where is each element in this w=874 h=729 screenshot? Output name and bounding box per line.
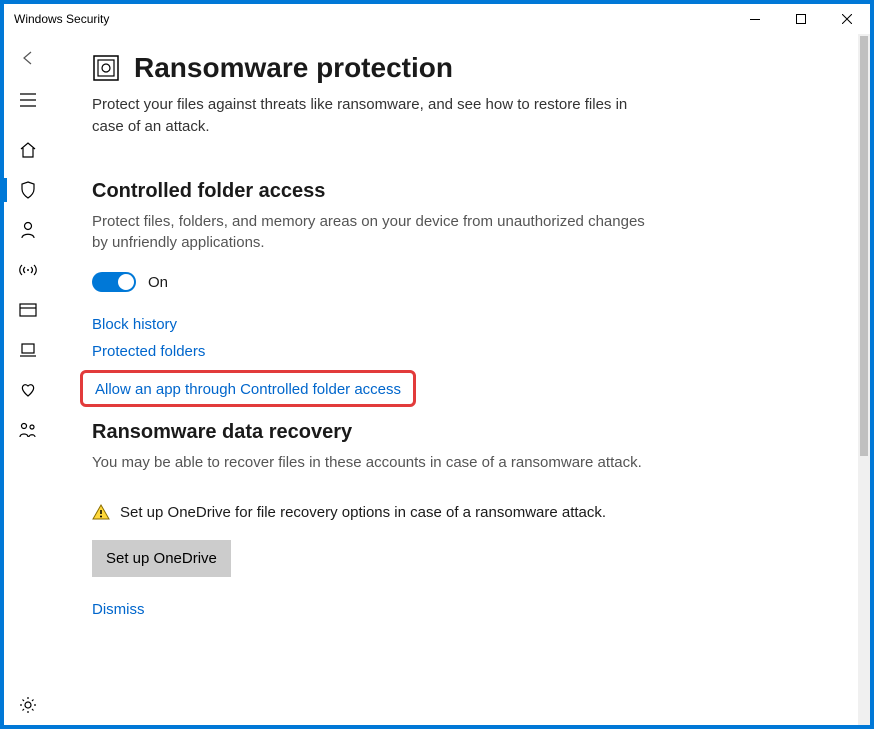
home-icon (19, 141, 37, 159)
antenna-icon (18, 261, 38, 279)
body: Ransomware protection Protect your files… (4, 34, 870, 725)
close-icon (842, 14, 852, 24)
sidebar-item-account[interactable] (4, 210, 52, 250)
sidebar-item-firewall[interactable] (4, 250, 52, 290)
person-icon (19, 220, 37, 240)
back-button[interactable] (4, 36, 52, 80)
heading-row: Ransomware protection (92, 52, 830, 84)
sidebar (4, 34, 52, 725)
shield-icon (19, 180, 37, 200)
titlebar: Windows Security (4, 4, 870, 34)
window-controls (732, 4, 870, 34)
cfa-toggle-row: On (92, 272, 830, 292)
content-area: Ransomware protection Protect your files… (52, 34, 870, 725)
cfa-heading: Controlled folder access (92, 180, 830, 203)
maximize-icon (796, 14, 806, 24)
laptop-icon (19, 342, 37, 358)
family-icon (18, 421, 38, 439)
warning-icon (92, 503, 110, 521)
gear-icon (19, 696, 37, 714)
protected-folders-link[interactable]: Protected folders (92, 343, 205, 360)
sidebar-item-virus[interactable] (4, 170, 52, 210)
minimize-icon (750, 19, 760, 20)
back-arrow-icon (19, 49, 37, 67)
sidebar-item-app-browser[interactable] (4, 290, 52, 330)
recovery-description: You may be able to recover files in thes… (92, 452, 652, 474)
scrollbar-thumb[interactable] (860, 36, 868, 456)
app-window: Windows Security (4, 4, 870, 725)
sidebar-item-performance[interactable] (4, 370, 52, 410)
sidebar-item-settings[interactable] (4, 685, 52, 725)
maximize-button[interactable] (778, 4, 824, 34)
cfa-toggle[interactable] (92, 272, 136, 292)
sidebar-item-device-security[interactable] (4, 330, 52, 370)
sidebar-item-family[interactable] (4, 410, 52, 450)
ransomware-icon (92, 54, 120, 82)
recovery-heading: Ransomware data recovery (92, 421, 830, 444)
window-title: Windows Security (14, 12, 109, 26)
onedrive-warning-row: Set up OneDrive for file recovery option… (92, 502, 652, 524)
allow-app-link[interactable]: Allow an app through Controlled folder a… (95, 381, 401, 398)
page-subtitle: Protect your files against threats like … (92, 94, 652, 138)
page-title: Ransomware protection (134, 52, 453, 84)
heart-icon (19, 382, 37, 398)
highlight-annotation: Allow an app through Controlled folder a… (80, 370, 416, 407)
scrollbar[interactable] (858, 34, 870, 725)
block-history-link[interactable]: Block history (92, 316, 177, 333)
minimize-button[interactable] (732, 4, 778, 34)
window-icon (19, 302, 37, 318)
menu-button[interactable] (4, 80, 52, 120)
toggle-thumb (118, 274, 134, 290)
setup-onedrive-button[interactable]: Set up OneDrive (92, 540, 231, 577)
sidebar-item-home[interactable] (4, 130, 52, 170)
cfa-description: Protect files, folders, and memory areas… (92, 211, 652, 255)
close-button[interactable] (824, 4, 870, 34)
cfa-toggle-label: On (148, 274, 168, 291)
dismiss-link[interactable]: Dismiss (92, 601, 145, 618)
onedrive-warning-text: Set up OneDrive for file recovery option… (120, 502, 606, 524)
hamburger-icon (19, 93, 37, 107)
